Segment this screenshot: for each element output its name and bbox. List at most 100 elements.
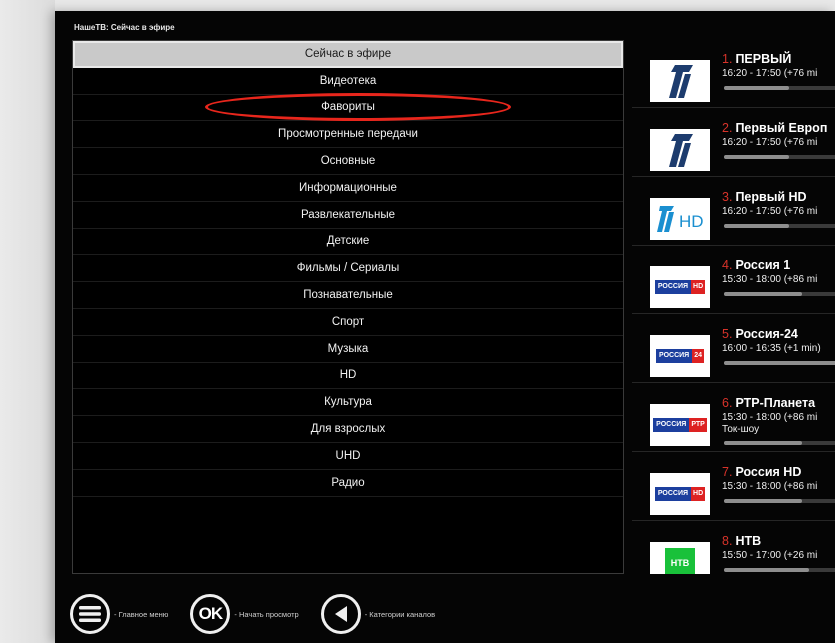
pervyi-hd-logo-icon: HD: [650, 197, 710, 240]
program-progress-bar: [724, 292, 835, 297]
channel-title: Россия-24: [735, 327, 798, 342]
channel-number: 7.: [722, 464, 733, 479]
category-label: Познавательные: [303, 289, 393, 302]
channel-number: 8.: [722, 533, 733, 548]
ok-icon-text: OK: [198, 604, 223, 623]
main-menu-hint[interactable]: - Главное меню: [70, 594, 168, 634]
channel-title: Россия HD: [735, 464, 802, 479]
category-item[interactable]: Сейчас в эфире: [73, 41, 623, 68]
program-time: 16:20 - 17:50 (+76 mi: [722, 205, 818, 217]
pervyi-logo-icon: [650, 128, 710, 171]
program-progress-bar: [724, 86, 835, 90]
category-label: Просмотренные передачи: [278, 128, 418, 141]
channel-row[interactable]: РОССИЯ 24 5. Россия-24 16:00 - 16:35 (+1 min…: [632, 315, 835, 384]
category-label: Основные: [320, 155, 376, 168]
category-label: UHD: [335, 449, 361, 462]
program-progress-fill: [724, 567, 809, 572]
category-label: Радио: [331, 476, 365, 489]
category-item[interactable]: Просмотренные передачи: [73, 121, 623, 149]
pervyi-logo-icon: [650, 60, 710, 102]
channel-name: 2. Первый Европ: [722, 121, 827, 135]
category-label: Информационные: [299, 181, 397, 194]
rossiya-logo-icon: РОССИЯ HD: [650, 472, 710, 515]
program-time: 16:00 - 16:35 (+1 min): [722, 343, 821, 355]
logo-rossiya-text: РОССИЯ: [654, 486, 692, 501]
channel-title: Первый Европ: [735, 120, 828, 135]
logo-tag-text: HD: [691, 280, 706, 295]
channel-title: Россия 1: [735, 258, 791, 273]
channel-name: 4. Россия 1: [722, 258, 790, 272]
channel-name: 3. Первый HD: [722, 190, 807, 204]
ok-icon: OK: [190, 594, 231, 634]
category-item[interactable]: Детские: [73, 229, 623, 256]
page-margin: [0, 0, 55, 643]
category-label: Сейчас в эфире: [304, 48, 392, 61]
main-menu-label: - Главное меню: [114, 609, 169, 619]
logo-ntv-text: НТВ: [670, 557, 690, 568]
channel-name: 7. Россия HD: [722, 465, 801, 479]
program-genre: Ток-шоу: [722, 424, 760, 435]
channel-list: 1. ПЕРВЫЙ 16:20 - 17:50 (+76 mi 2. Первый Ев…: [632, 40, 835, 574]
category-item[interactable]: Видеотека: [73, 68, 623, 95]
category-item[interactable]: Информационные: [73, 175, 623, 202]
category-label: Фавориты: [321, 101, 375, 114]
category-item[interactable]: UHD: [73, 443, 623, 470]
program-progress-bar: [724, 223, 835, 228]
category-item[interactable]: Развлекательные: [73, 202, 623, 229]
rossiya-logo-icon: РОССИЯ РТР: [650, 404, 710, 446]
category-label: Культура: [324, 396, 372, 409]
channel-title: РТР-Планета: [735, 396, 816, 410]
category-item[interactable]: Познавательные: [73, 282, 623, 309]
channel-title: Первый HD: [735, 189, 807, 204]
program-progress-bar: [724, 567, 835, 572]
rossiya-logo-icon: РОССИЯ HD: [650, 266, 710, 309]
category-item[interactable]: Фавориты: [73, 95, 623, 122]
category-label: HD: [339, 369, 357, 382]
category-label: Музыка: [327, 342, 369, 355]
channel-row[interactable]: РОССИЯ HD 7. Россия HD 15:30 - 18:00 (+86 mi: [632, 452, 835, 521]
category-item[interactable]: Культура: [73, 389, 623, 417]
program-progress-fill: [724, 154, 789, 159]
category-item[interactable]: HD: [73, 363, 623, 390]
ntv-logo-icon: НТВ: [650, 541, 710, 574]
category-item[interactable]: Для взрослых: [73, 416, 623, 443]
logo-tag-text: 24: [692, 349, 704, 364]
footer-hints: - Главное меню OK - Начать просмотр - Ка…: [70, 591, 457, 637]
program-progress-fill: [724, 86, 789, 90]
program-progress-fill: [724, 441, 802, 445]
channel-categories-label: - Категории каналов: [364, 609, 436, 619]
channel-row[interactable]: 2. Первый Европ 16:20 - 17:50 (+76 mi: [632, 108, 835, 177]
category-item[interactable]: Спорт: [73, 309, 623, 336]
back-arrow-icon: [320, 594, 361, 634]
rossiya-logo-icon: РОССИЯ 24: [650, 335, 710, 378]
logo-tag-text: РТР: [689, 418, 707, 432]
channel-name: 5. Россия-24: [722, 327, 798, 341]
channel-number: 4.: [722, 258, 733, 273]
logo-hd-text: HD: [679, 212, 704, 231]
program-time: 16:20 - 17:50 (+76 mi: [722, 136, 818, 148]
category-item[interactable]: Музыка: [73, 336, 623, 363]
channel-row[interactable]: 1. ПЕРВЫЙ 16:20 - 17:50 (+76 mi: [632, 40, 835, 108]
category-item[interactable]: Основные: [73, 148, 623, 175]
program-progress-fill: [724, 498, 802, 503]
channel-row[interactable]: HD 3. Первый HD 16:20 - 17:50 (+76 mi: [632, 177, 835, 246]
category-label: Для взрослых: [310, 423, 386, 436]
category-item[interactable]: Фильмы / Сериалы: [73, 255, 623, 283]
channel-row[interactable]: РОССИЯ HD 4. Россия 1 15:30 - 18:00 (+86 mi: [632, 246, 835, 315]
category-label: Фильмы / Сериалы: [296, 262, 400, 275]
category-label: Развлекательные: [300, 208, 396, 221]
channel-row[interactable]: НТВ 8. НТВ 15:50 - 17:00 (+26 mi: [632, 521, 835, 574]
category-item[interactable]: Радио: [73, 470, 623, 497]
program-time: 16:20 - 17:50 (+76 mi: [722, 68, 818, 79]
category-label: Спорт: [331, 315, 365, 328]
program-progress-bar: [724, 154, 835, 159]
channel-categories-hint[interactable]: - Категории каналов: [320, 594, 436, 634]
start-viewing-label: - Начать просмотр: [234, 609, 299, 619]
channel-number: 6.: [722, 396, 733, 410]
start-viewing-hint[interactable]: OK - Начать просмотр: [190, 594, 299, 634]
program-time: 15:30 - 18:00 (+86 mi: [722, 412, 818, 423]
channel-title: НТВ: [735, 533, 762, 548]
channel-number: 1.: [722, 52, 733, 66]
category-label: Детские: [326, 235, 370, 248]
channel-row[interactable]: РОССИЯ РТР 6. РТР-Планета 15:30 - 18:00 (+86…: [632, 384, 835, 452]
